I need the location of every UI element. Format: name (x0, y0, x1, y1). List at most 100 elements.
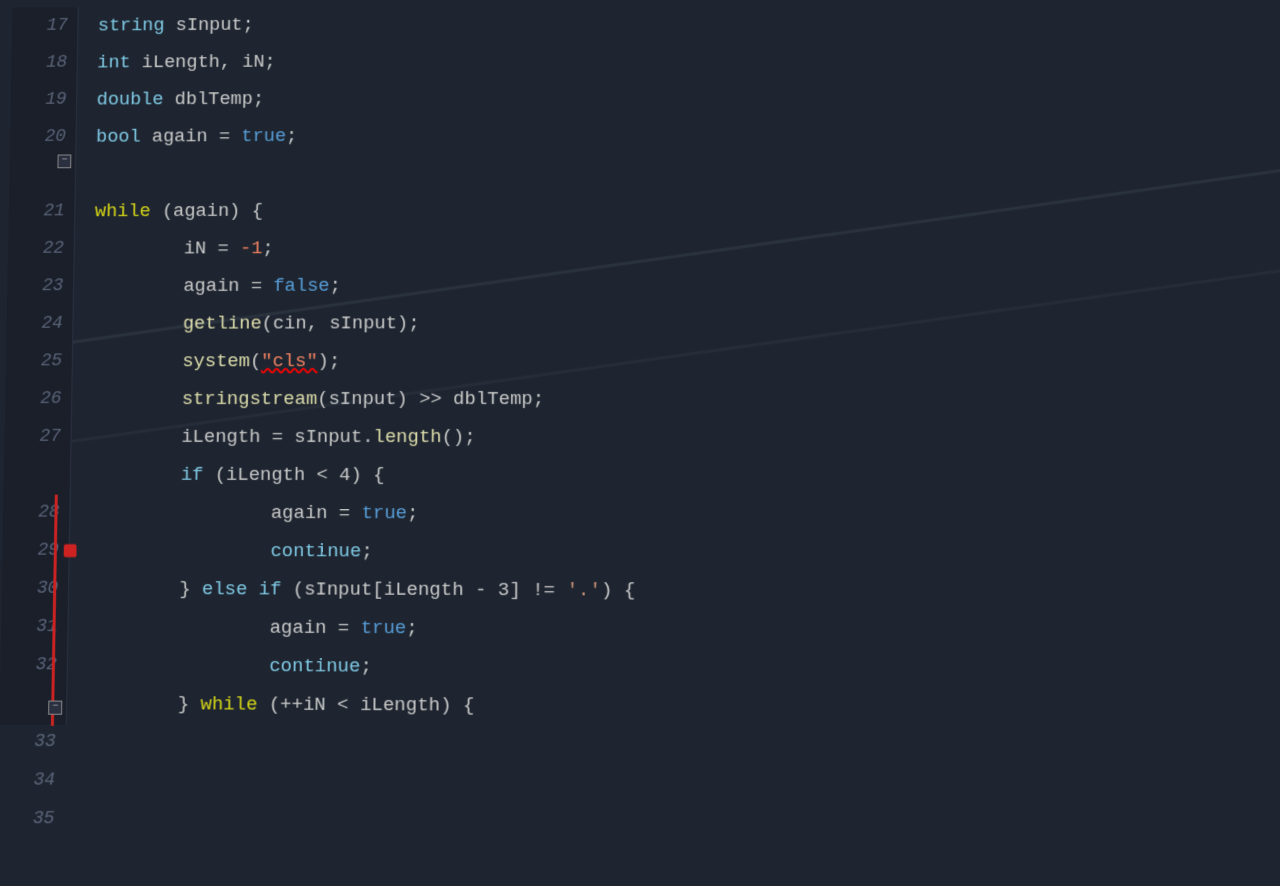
token: iLength, iN; (130, 43, 276, 81)
token: ; (329, 267, 341, 305)
token: (++iN < iLength) { (257, 685, 474, 725)
token: (sInput) >> dblTemp; (317, 380, 544, 418)
code-line-26: stringstream(sInput) >> dblTemp; (92, 380, 1280, 418)
code-line-18: int iLength, iN; (97, 38, 1280, 81)
token: ; (262, 230, 274, 268)
token: (again) { (151, 192, 264, 230)
token: -1 (240, 230, 263, 268)
token: if (268, 724, 291, 731)
token-cls-string: "cls" (261, 342, 318, 380)
fold-icon-bottom[interactable]: − (48, 701, 62, 715)
token: getline (183, 305, 262, 343)
token: ; (406, 609, 418, 647)
code-line-29: continue; (89, 532, 1280, 573)
code-line-27b: if (iLength < 4) { (90, 456, 1280, 495)
line-num-20: 20 (44, 118, 66, 155)
token: true (241, 117, 286, 154)
token: else if (202, 570, 282, 608)
token: (iLength < 4) { (203, 456, 385, 494)
code-line-23: again = false; (93, 265, 1280, 305)
token (92, 342, 182, 380)
line-num-27: 27 (39, 418, 61, 456)
token: string (98, 7, 165, 44)
code-line-21-while: while (again) { (95, 189, 1280, 230)
token: ( (250, 342, 262, 380)
token: '.' (566, 571, 600, 610)
token: double (96, 81, 163, 118)
token: dblTemp; (163, 80, 264, 118)
line-num-17: 17 (46, 7, 68, 44)
token (86, 723, 268, 731)
token: (sInput[iLength - 3] != (281, 570, 566, 609)
code-line-empty1 (95, 151, 1280, 193)
token: if (181, 456, 204, 494)
token: ( (291, 724, 314, 731)
code-editor: 17 18 19 20 21 22 23 24 25 26 27 28 29 3… (0, 0, 1280, 730)
line-num-21: 21 (43, 193, 65, 230)
token: int (97, 44, 131, 81)
line-num-23: 23 (42, 267, 64, 305)
token: system (182, 342, 250, 380)
line-num-35: 35 (32, 800, 54, 839)
line-num-22: 22 (42, 230, 64, 267)
code-line-32b: } while (++iN < iLength) { (87, 685, 1280, 729)
token: ; (361, 532, 373, 570)
token: (sInput[iN])) { (394, 724, 566, 730)
code-content: string sInput; int iLength, iN; double d… (67, 0, 1280, 730)
token: true (361, 494, 407, 532)
token (89, 532, 270, 571)
line-num-19: 19 (45, 81, 67, 118)
token: stringstream (182, 380, 318, 418)
code-line-24: getline(cin, sInput); (93, 303, 1280, 342)
line-numbers-gutter: 17 18 19 20 21 22 23 24 25 26 27 28 29 3… (0, 7, 79, 725)
token: while (200, 685, 257, 724)
token: sInput; (164, 6, 254, 43)
line-num-26: 26 (40, 380, 62, 418)
token: true (361, 609, 407, 648)
token: bool (96, 118, 141, 155)
token: continue (270, 532, 361, 570)
line-num-34: 34 (33, 761, 55, 800)
code-line-19: double dblTemp; (96, 76, 1280, 119)
token: ); (317, 342, 340, 380)
token: length (373, 418, 441, 456)
token (92, 380, 183, 418)
fold-icon[interactable]: − (57, 154, 71, 168)
code-line-32: continue; (87, 646, 1280, 689)
token: again = (88, 608, 361, 647)
token: ; (360, 647, 372, 686)
token (87, 646, 269, 685)
line-num-18: 18 (46, 44, 68, 81)
line-num-25: 25 (40, 343, 62, 381)
code-line-31: again = true; (88, 608, 1280, 651)
token: again = (93, 267, 273, 305)
token: ; (407, 494, 419, 532)
token: false (273, 267, 330, 305)
token: iN = (94, 230, 240, 268)
code-line-28: again = true; (90, 494, 1280, 534)
line-num-empty2 (49, 456, 60, 494)
line-num-empty4 (43, 839, 54, 878)
token: (cin, sInput); (261, 304, 419, 342)
token: continue (269, 647, 361, 686)
code-line-20: bool again = true; (96, 113, 1280, 155)
token: (); (442, 418, 476, 456)
line-num-33: 33 (34, 723, 56, 762)
code-line-25: system("cls"); (92, 341, 1280, 380)
code-line-17: string sInput; (98, 0, 1280, 44)
code-line-22: iN = -1; (94, 227, 1280, 267)
token: } (89, 570, 203, 609)
line-num-24: 24 (41, 305, 63, 343)
token-while: while (95, 192, 151, 230)
token: again = (140, 118, 241, 156)
token: again = (90, 494, 362, 533)
code-line-27: iLength = sInput.length(); (91, 418, 1280, 457)
token: iLength = sInput. (91, 418, 374, 456)
token: ; (286, 117, 298, 154)
token: isdigit (314, 724, 394, 731)
token (90, 456, 181, 494)
code-line-30: } else if (sInput[iLength - 3] != '.') { (89, 570, 1280, 612)
token: ) { (601, 571, 635, 610)
token: } (87, 685, 201, 724)
token (93, 305, 183, 343)
